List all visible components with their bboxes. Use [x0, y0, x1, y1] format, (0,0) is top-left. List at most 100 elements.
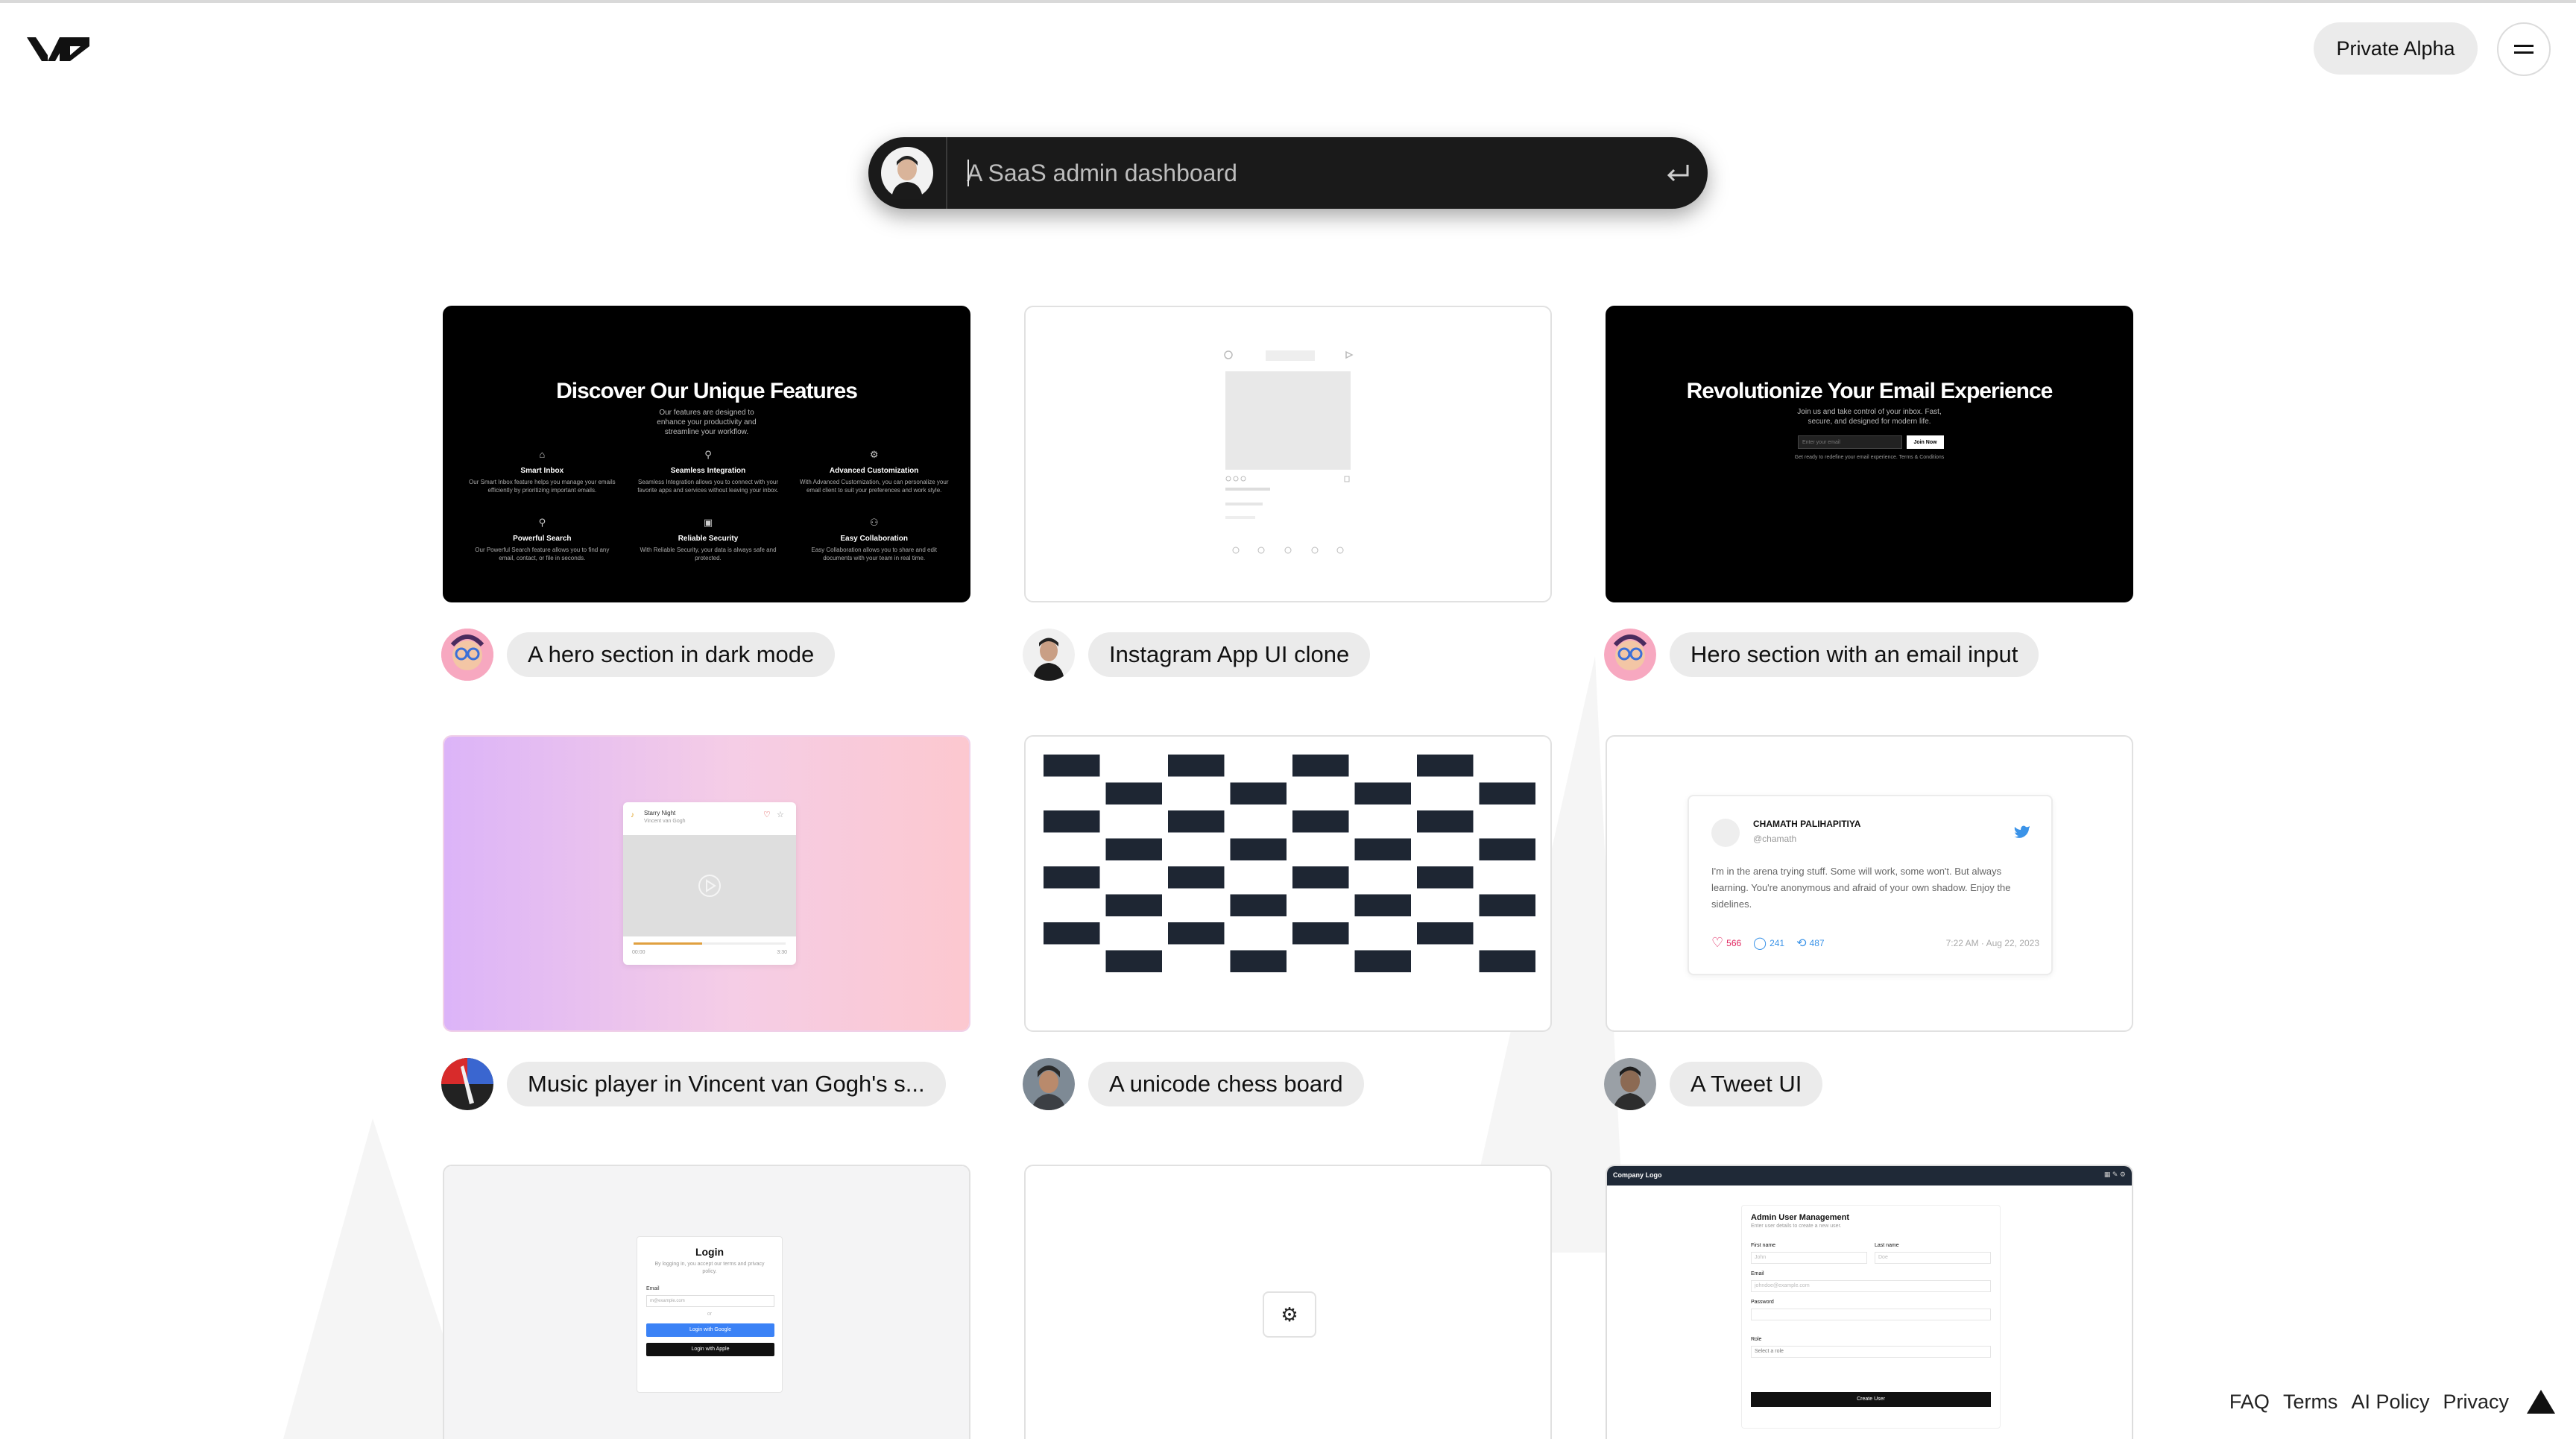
- footer-link-ai-policy[interactable]: AI Policy: [2351, 1391, 2429, 1414]
- chess-square-dark: [1044, 922, 1100, 945]
- feature-name: Smart Inbox: [520, 467, 564, 475]
- tweet-card: CHAMATH PALIHAPITIYA @chamath I'm in the…: [1688, 795, 2053, 975]
- chess-square-dark: [1168, 755, 1225, 777]
- chess-square-dark: [1168, 866, 1225, 889]
- music-player-card: Starry Night Vincent van Gogh ♪ ♡ ☆ 00:0…: [623, 802, 796, 965]
- admin-form-card: Admin User Management Enter user details…: [1741, 1205, 2001, 1429]
- last-name-label: Last name: [1875, 1243, 1899, 1248]
- card-caption[interactable]: A Tweet UI: [1604, 1058, 1823, 1110]
- chess-board: [1044, 755, 1535, 972]
- feature-desc: Our Smart Inbox feature helps you manage…: [469, 479, 616, 494]
- chess-square-dark: [1230, 782, 1287, 804]
- creator-avatar: [1023, 629, 1075, 681]
- preview-card-chess[interactable]: [1024, 735, 1552, 1032]
- feature-desc: With Advanced Customization, you can per…: [799, 479, 949, 494]
- preview-card-music-player[interactable]: Starry Night Vincent van Gogh ♪ ♡ ☆ 00:0…: [443, 735, 970, 1032]
- card-caption[interactable]: A unicode chess board: [1023, 1058, 1364, 1110]
- preview-subtitle: Join us and take control of your inbox. …: [1797, 408, 1942, 426]
- chess-square-dark: [1168, 922, 1225, 945]
- company-logo: Company Logo: [1613, 1171, 1662, 1179]
- menu-button[interactable]: [2497, 22, 2551, 76]
- preview-card-login[interactable]: Login By logging in, you accept our term…: [443, 1165, 970, 1439]
- feature-item: ⚲ Seamless Integration Seamless Integratio…: [625, 449, 792, 494]
- preview-subtitle: Our features are designed to enhance you…: [657, 409, 757, 436]
- music-note-icon: ♪: [631, 811, 634, 819]
- login-title: Login: [695, 1246, 724, 1258]
- chess-square-dark: [1354, 782, 1411, 804]
- settings-icon: ⚙: [869, 449, 879, 460]
- feature-desc: With Reliable Security, your data is alw…: [640, 547, 777, 561]
- chess-square-dark: [1230, 894, 1287, 916]
- user-avatar[interactable]: [881, 147, 933, 199]
- chess-square-dark: [1417, 810, 1474, 833]
- feature-name: Reliable Security: [678, 535, 739, 543]
- email-input: m@example.com: [646, 1295, 774, 1307]
- email-form: Enter your email Join Now: [1798, 435, 1944, 449]
- tweet-stats: ♡ 566 ◯ 241 ⟲ 487 7:22 AM · Aug 22, 2023: [1711, 935, 2039, 951]
- chess-square-dark: [1417, 866, 1474, 889]
- preview-card-instagram[interactable]: [1024, 306, 1552, 602]
- card-title: Instagram App UI clone: [1088, 632, 1371, 677]
- chess-square-dark: [1044, 866, 1100, 889]
- avatar-illustration: [1023, 1058, 1075, 1110]
- submit-button[interactable]: [1648, 163, 1708, 183]
- preview-note: Get ready to redefine your email experie…: [1794, 455, 1945, 460]
- tweet-author-name: CHAMATH PALIHAPITIYA: [1753, 819, 1861, 829]
- footer-link-terms[interactable]: Terms: [2283, 1391, 2338, 1414]
- card-caption[interactable]: Music player in Vincent van Gogh's s...: [441, 1058, 946, 1110]
- avatar-illustration: [1604, 629, 1656, 681]
- time-start: 00:00: [632, 950, 645, 955]
- gear-icon: ⚙: [1281, 1303, 1298, 1326]
- chess-square-dark: [1417, 755, 1474, 777]
- feature-name: Advanced Customization: [829, 467, 919, 475]
- lock-icon: ▣: [703, 517, 713, 528]
- v0-logo[interactable]: [25, 33, 94, 66]
- star-icon: ☆: [777, 810, 784, 819]
- create-user-button: Create User: [1751, 1392, 1991, 1407]
- role-label: Role: [1751, 1337, 1762, 1342]
- preview-title: Revolutionize Your Email Experience: [1686, 379, 2053, 403]
- chess-square-dark: [1105, 950, 1162, 972]
- footer-link-faq[interactable]: FAQ: [2229, 1391, 2270, 1414]
- preview-card-admin[interactable]: Company Logo ▦ ✎ ⚙ Admin User Management…: [1606, 1165, 2133, 1439]
- email-input: johndoe@example.com: [1751, 1280, 1991, 1292]
- chess-square-dark: [1354, 950, 1411, 972]
- footer-link-privacy[interactable]: Privacy: [2443, 1391, 2509, 1414]
- preview-card-dark-hero[interactable]: Discover Our Unique Features Our feature…: [443, 306, 970, 602]
- preview-card-tweet[interactable]: CHAMATH PALIHAPITIYA @chamath I'm in the…: [1606, 735, 2133, 1032]
- prompt-input[interactable]: [947, 137, 1648, 209]
- feature-desc: Our Powerful Search feature allows you t…: [475, 547, 610, 561]
- vercel-triangle-icon[interactable]: [2527, 1390, 2555, 1414]
- time-end: 3:30: [777, 950, 787, 955]
- password-label: Password: [1751, 1300, 1774, 1305]
- instagram-preview: [1224, 350, 1354, 554]
- card-caption[interactable]: Hero section with an email input: [1604, 629, 2039, 681]
- settings-button: ⚙: [1263, 1291, 1316, 1338]
- reply-icon: ◯: [1753, 936, 1767, 950]
- chess-square-dark: [1168, 810, 1225, 833]
- chess-square-dark: [1230, 950, 1287, 972]
- chess-square-dark: [1292, 810, 1349, 833]
- play-icon: [698, 875, 721, 897]
- join-button: Join Now: [1907, 435, 1944, 449]
- tweet-timestamp: 7:22 AM · Aug 22, 2023: [1945, 937, 2039, 948]
- chess-square-dark: [1479, 894, 1535, 916]
- creator-avatar: [1023, 1058, 1075, 1110]
- top-bar: Private Alpha: [0, 0, 2576, 97]
- chess-square-dark: [1044, 810, 1100, 833]
- preview-card-email-hero[interactable]: Revolutionize Your Email Experience Join…: [1606, 306, 2133, 602]
- search-icon: ⚲: [538, 517, 546, 528]
- preview-card-loading[interactable]: ⚙: [1024, 1165, 1552, 1439]
- login-card: Login By logging in, you accept our term…: [637, 1236, 783, 1393]
- card-caption[interactable]: Instagram App UI clone: [1023, 629, 1371, 681]
- login-subtitle: By logging in, you accept our terms and …: [654, 1262, 765, 1274]
- chess-square-dark: [1105, 894, 1162, 916]
- admin-subtitle: Enter user details to create a new user.: [1751, 1224, 1842, 1229]
- footer: FAQ Terms AI Policy Privacy: [2229, 1379, 2555, 1424]
- card-caption[interactable]: A hero section in dark mode: [441, 629, 836, 681]
- avatar-illustration: [441, 629, 493, 681]
- private-alpha-button[interactable]: Private Alpha: [2314, 22, 2478, 75]
- chess-square-dark: [1479, 950, 1535, 972]
- email-label: Email: [1751, 1271, 1764, 1276]
- email-label: Email: [646, 1286, 660, 1291]
